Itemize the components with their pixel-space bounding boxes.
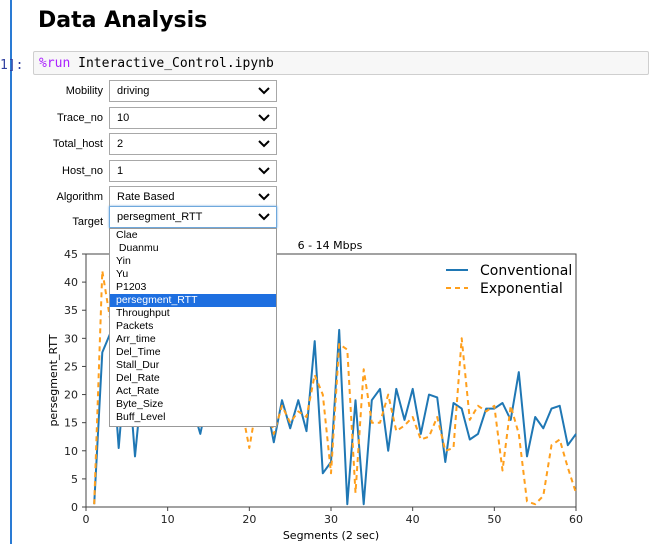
y-tick-label: 10 bbox=[64, 445, 78, 458]
dropdown-option[interactable]: Del_Rate bbox=[110, 372, 276, 385]
label-trace-no: Trace_no bbox=[56, 112, 103, 124]
x-tick-label: 10 bbox=[161, 513, 175, 526]
y-tick-label: 35 bbox=[64, 304, 78, 317]
cell-prompt: 1]: bbox=[0, 58, 24, 73]
select-algorithm[interactable]: Rate Based bbox=[109, 186, 277, 208]
x-tick-label: 30 bbox=[324, 513, 338, 526]
select-host-no-value: 1 bbox=[117, 165, 124, 177]
select-algorithm-value: Rate Based bbox=[117, 191, 175, 203]
dropdown-option[interactable]: Clae bbox=[110, 229, 276, 242]
select-trace-no[interactable]: 10 bbox=[109, 107, 277, 129]
dropdown-option[interactable]: Duanmu bbox=[110, 242, 276, 255]
dropdown-option[interactable]: Byte_Size bbox=[110, 398, 276, 411]
chart-title: 6 - 14 Mbps bbox=[298, 239, 363, 252]
x-tick-label: 20 bbox=[242, 513, 256, 526]
select-total-host-value: 2 bbox=[117, 138, 124, 150]
label-total-host: Total_host bbox=[52, 138, 103, 150]
chevron-down-icon bbox=[258, 193, 270, 201]
code-argument: Interactive_Control.ipynb bbox=[70, 56, 274, 71]
chevron-down-icon bbox=[258, 140, 270, 148]
legend-label: Conventional bbox=[480, 263, 572, 279]
label-mobility: Mobility bbox=[65, 85, 103, 97]
target-dropdown-list[interactable]: Clae Duanmu Yin Yu P1203 persegment_RTT Throu… bbox=[109, 228, 277, 427]
magic-command: %run bbox=[39, 56, 71, 71]
dropdown-option[interactable]: Arr_time bbox=[110, 333, 276, 346]
y-tick-label: 40 bbox=[64, 276, 78, 289]
y-tick-label: 30 bbox=[64, 332, 78, 345]
select-total-host[interactable]: 2 bbox=[109, 133, 277, 155]
chevron-down-icon bbox=[258, 114, 270, 122]
x-tick-label: 0 bbox=[83, 513, 90, 526]
dropdown-option[interactable]: Act_Rate bbox=[110, 385, 276, 398]
label-algorithm: Algorithm bbox=[56, 191, 103, 203]
label-target: Target bbox=[72, 216, 103, 228]
dropdown-option[interactable]: P1203 bbox=[110, 281, 276, 294]
dropdown-option[interactable]: Throughput bbox=[110, 307, 276, 320]
notebook-heading: Data Analysis bbox=[38, 8, 208, 33]
dropdown-option[interactable]: Yin bbox=[110, 255, 276, 268]
dropdown-option[interactable]: Buff_Level bbox=[110, 411, 276, 424]
chevron-down-icon bbox=[258, 87, 270, 95]
x-axis-label: Segments (2 sec) bbox=[283, 529, 379, 542]
select-mobility[interactable]: driving bbox=[109, 80, 277, 102]
y-tick-label: 5 bbox=[71, 473, 78, 486]
y-tick-label: 0 bbox=[71, 501, 78, 514]
dropdown-option[interactable]: persegment_RTT bbox=[110, 294, 276, 307]
y-tick-label: 25 bbox=[64, 360, 78, 373]
code-cell-input[interactable]: %run Interactive_Control.ipynb bbox=[33, 51, 649, 75]
chevron-down-icon bbox=[258, 167, 270, 175]
select-target[interactable]: persegment_RTT bbox=[109, 206, 277, 228]
select-host-no[interactable]: 1 bbox=[109, 160, 277, 182]
x-tick-label: 60 bbox=[569, 513, 583, 526]
code-line: %run Interactive_Control.ipynb bbox=[39, 56, 274, 71]
select-mobility-value: driving bbox=[117, 85, 150, 97]
y-tick-label: 20 bbox=[64, 389, 78, 402]
dropdown-option[interactable]: Yu bbox=[110, 268, 276, 281]
label-host-no: Host_no bbox=[62, 165, 103, 177]
rtt-line-chart: 0 5 10 15 20 25 30 35 40 45 0 10 20 30 40 50 60 6 - 14 Mb… bbox=[47, 239, 583, 542]
x-tick-label: 40 bbox=[406, 513, 420, 526]
dropdown-option[interactable]: Del_Time bbox=[110, 346, 276, 359]
dropdown-option[interactable]: Stall_Dur bbox=[110, 359, 276, 372]
y-axis-label: persegment_RTT bbox=[47, 334, 60, 426]
legend-label: Exponential bbox=[480, 281, 563, 297]
y-tick-label: 15 bbox=[64, 417, 78, 430]
dropdown-option[interactable]: Packets bbox=[110, 320, 276, 333]
select-trace-no-value: 10 bbox=[117, 112, 130, 124]
select-target-value: persegment_RTT bbox=[117, 211, 203, 223]
chevron-down-icon bbox=[258, 213, 270, 221]
y-tick-label: 45 bbox=[64, 248, 78, 261]
x-tick-label: 50 bbox=[487, 513, 501, 526]
